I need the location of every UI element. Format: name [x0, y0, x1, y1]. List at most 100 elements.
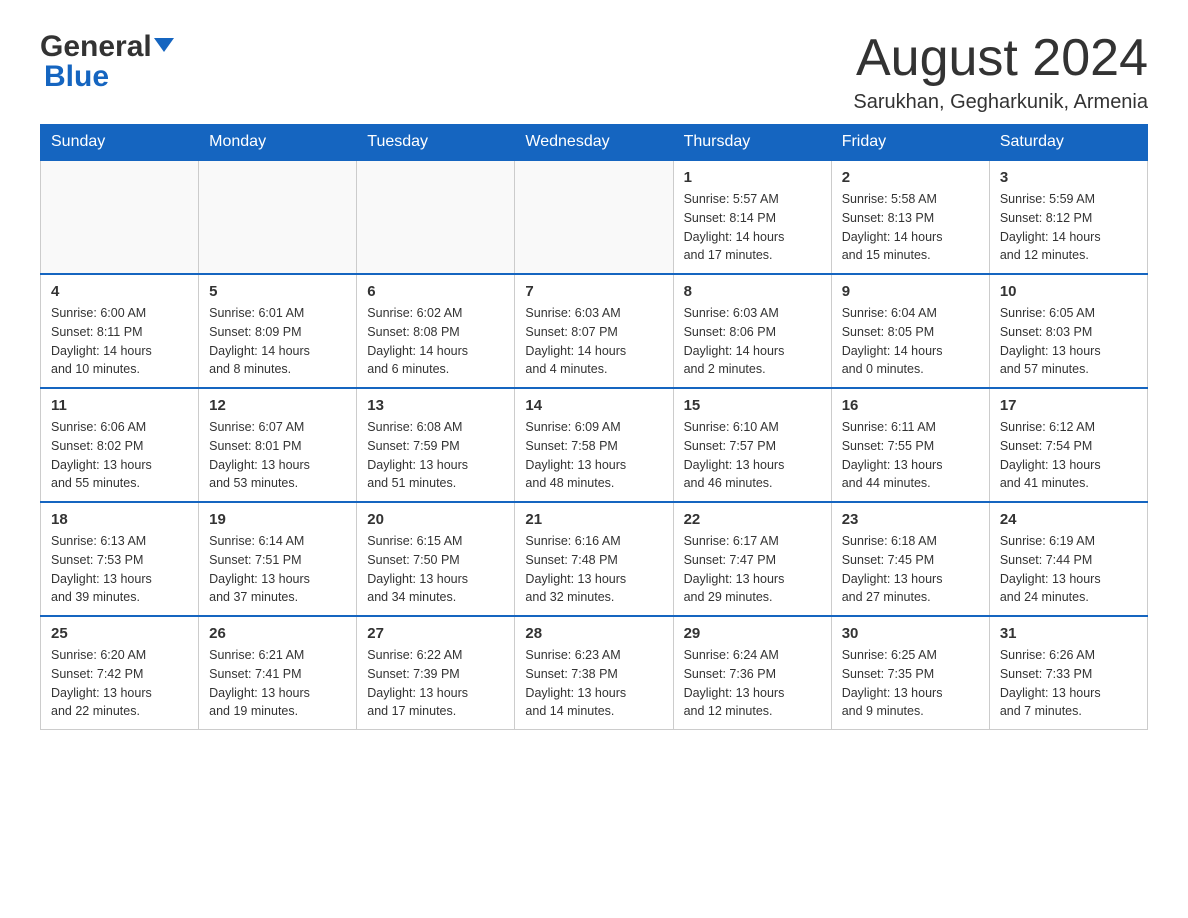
calendar-table: SundayMondayTuesdayWednesdayThursdayFrid…: [40, 124, 1148, 730]
day-info: Sunrise: 6:10 AM Sunset: 7:57 PM Dayligh…: [684, 418, 821, 493]
calendar-day-cell: 17 Sunrise: 6:12 AM Sunset: 7:54 PM Dayli…: [989, 388, 1147, 502]
day-number: 17: [1000, 397, 1137, 414]
day-info: Sunrise: 6:24 AM Sunset: 7:36 PM Dayligh…: [684, 646, 821, 721]
day-info: Sunrise: 6:18 AM Sunset: 7:45 PM Dayligh…: [842, 532, 979, 607]
day-number: 1: [684, 169, 821, 186]
calendar-week-row: 11 Sunrise: 6:06 AM Sunset: 8:02 PM Dayli…: [41, 388, 1148, 502]
day-number: 16: [842, 397, 979, 414]
calendar-day-cell: 23 Sunrise: 6:18 AM Sunset: 7:45 PM Dayli…: [831, 502, 989, 616]
calendar-day-cell: [41, 160, 199, 274]
location: Sarukhan, Gegharkunik, Armenia: [853, 91, 1148, 114]
logo-general-text: General: [40, 30, 152, 64]
day-number: 18: [51, 511, 188, 528]
day-number: 4: [51, 283, 188, 300]
day-of-week-header: Tuesday: [357, 125, 515, 161]
logo-triangle-icon: [154, 38, 174, 52]
day-number: 22: [684, 511, 821, 528]
day-number: 11: [51, 397, 188, 414]
day-number: 21: [525, 511, 662, 528]
day-info: Sunrise: 6:13 AM Sunset: 7:53 PM Dayligh…: [51, 532, 188, 607]
title-section: August 2024 Sarukhan, Gegharkunik, Armen…: [853, 30, 1148, 114]
calendar-day-cell: [357, 160, 515, 274]
day-info: Sunrise: 6:15 AM Sunset: 7:50 PM Dayligh…: [367, 532, 504, 607]
calendar-day-cell: 29 Sunrise: 6:24 AM Sunset: 7:36 PM Dayli…: [673, 616, 831, 730]
day-number: 10: [1000, 283, 1137, 300]
day-info: Sunrise: 6:23 AM Sunset: 7:38 PM Dayligh…: [525, 646, 662, 721]
calendar-day-cell: 2Sunrise: 5:58 AM Sunset: 8:13 PM Daylig…: [831, 160, 989, 274]
calendar-day-cell: [199, 160, 357, 274]
calendar-day-cell: 1 Sunrise: 5:57 AM Sunset: 8:14 PM Daylig…: [673, 160, 831, 274]
calendar-day-cell: 8 Sunrise: 6:03 AM Sunset: 8:06 PM Daylig…: [673, 274, 831, 388]
calendar-header-row: SundayMondayTuesdayWednesdayThursdayFrid…: [41, 125, 1148, 161]
day-number: 24: [1000, 511, 1137, 528]
day-info: Sunrise: 6:12 AM Sunset: 7:54 PM Dayligh…: [1000, 418, 1137, 493]
day-info: Sunrise: 6:20 AM Sunset: 7:42 PM Dayligh…: [51, 646, 188, 721]
day-number: 6: [367, 283, 504, 300]
calendar-day-cell: 16Sunrise: 6:11 AM Sunset: 7:55 PM Dayli…: [831, 388, 989, 502]
calendar-day-cell: 25 Sunrise: 6:20 AM Sunset: 7:42 PM Dayli…: [41, 616, 199, 730]
logo: General Blue: [40, 30, 174, 94]
day-info: Sunrise: 5:58 AM Sunset: 8:13 PM Dayligh…: [842, 190, 979, 265]
calendar-day-cell: 30Sunrise: 6:25 AM Sunset: 7:35 PM Dayli…: [831, 616, 989, 730]
calendar-day-cell: 9Sunrise: 6:04 AM Sunset: 8:05 PM Daylig…: [831, 274, 989, 388]
calendar-day-cell: 18 Sunrise: 6:13 AM Sunset: 7:53 PM Dayli…: [41, 502, 199, 616]
day-info: Sunrise: 5:59 AM Sunset: 8:12 PM Dayligh…: [1000, 190, 1137, 265]
day-info: Sunrise: 6:16 AM Sunset: 7:48 PM Dayligh…: [525, 532, 662, 607]
calendar-week-row: 4 Sunrise: 6:00 AM Sunset: 8:11 PM Daylig…: [41, 274, 1148, 388]
day-info: Sunrise: 6:21 AM Sunset: 7:41 PM Dayligh…: [209, 646, 346, 721]
day-of-week-header: Monday: [199, 125, 357, 161]
calendar-week-row: 18 Sunrise: 6:13 AM Sunset: 7:53 PM Dayli…: [41, 502, 1148, 616]
day-of-week-header: Friday: [831, 125, 989, 161]
day-number: 26: [209, 625, 346, 642]
calendar-week-row: 25 Sunrise: 6:20 AM Sunset: 7:42 PM Dayli…: [41, 616, 1148, 730]
day-number: 5: [209, 283, 346, 300]
day-info: Sunrise: 6:09 AM Sunset: 7:58 PM Dayligh…: [525, 418, 662, 493]
calendar-day-cell: 21 Sunrise: 6:16 AM Sunset: 7:48 PM Dayli…: [515, 502, 673, 616]
day-info: Sunrise: 6:14 AM Sunset: 7:51 PM Dayligh…: [209, 532, 346, 607]
day-number: 3: [1000, 169, 1137, 186]
day-number: 23: [842, 511, 979, 528]
calendar-day-cell: 27Sunrise: 6:22 AM Sunset: 7:39 PM Dayli…: [357, 616, 515, 730]
day-number: 8: [684, 283, 821, 300]
day-info: Sunrise: 6:01 AM Sunset: 8:09 PM Dayligh…: [209, 304, 346, 379]
day-info: Sunrise: 6:17 AM Sunset: 7:47 PM Dayligh…: [684, 532, 821, 607]
calendar-day-cell: 13 Sunrise: 6:08 AM Sunset: 7:59 PM Dayli…: [357, 388, 515, 502]
day-info: Sunrise: 6:26 AM Sunset: 7:33 PM Dayligh…: [1000, 646, 1137, 721]
day-info: Sunrise: 6:03 AM Sunset: 8:07 PM Dayligh…: [525, 304, 662, 379]
day-number: 25: [51, 625, 188, 642]
calendar-day-cell: 26 Sunrise: 6:21 AM Sunset: 7:41 PM Dayli…: [199, 616, 357, 730]
calendar-day-cell: 22 Sunrise: 6:17 AM Sunset: 7:47 PM Dayli…: [673, 502, 831, 616]
calendar-day-cell: 12Sunrise: 6:07 AM Sunset: 8:01 PM Dayli…: [199, 388, 357, 502]
page-header: General Blue August 2024 Sarukhan, Gegha…: [40, 30, 1148, 114]
day-number: 9: [842, 283, 979, 300]
day-info: Sunrise: 6:06 AM Sunset: 8:02 PM Dayligh…: [51, 418, 188, 493]
day-number: 20: [367, 511, 504, 528]
calendar-day-cell: 3 Sunrise: 5:59 AM Sunset: 8:12 PM Daylig…: [989, 160, 1147, 274]
day-info: Sunrise: 6:05 AM Sunset: 8:03 PM Dayligh…: [1000, 304, 1137, 379]
calendar-day-cell: 6 Sunrise: 6:02 AM Sunset: 8:08 PM Daylig…: [357, 274, 515, 388]
day-number: 13: [367, 397, 504, 414]
day-of-week-header: Wednesday: [515, 125, 673, 161]
calendar-day-cell: [515, 160, 673, 274]
day-of-week-header: Saturday: [989, 125, 1147, 161]
day-number: 27: [367, 625, 504, 642]
calendar-day-cell: 20 Sunrise: 6:15 AM Sunset: 7:50 PM Dayli…: [357, 502, 515, 616]
day-info: Sunrise: 6:07 AM Sunset: 8:01 PM Dayligh…: [209, 418, 346, 493]
day-of-week-header: Sunday: [41, 125, 199, 161]
day-info: Sunrise: 5:57 AM Sunset: 8:14 PM Dayligh…: [684, 190, 821, 265]
day-info: Sunrise: 6:02 AM Sunset: 8:08 PM Dayligh…: [367, 304, 504, 379]
day-info: Sunrise: 6:00 AM Sunset: 8:11 PM Dayligh…: [51, 304, 188, 379]
logo-blue-text: Blue: [44, 60, 109, 94]
calendar-day-cell: 24Sunrise: 6:19 AM Sunset: 7:44 PM Dayli…: [989, 502, 1147, 616]
calendar-day-cell: 28 Sunrise: 6:23 AM Sunset: 7:38 PM Dayli…: [515, 616, 673, 730]
calendar-day-cell: 11 Sunrise: 6:06 AM Sunset: 8:02 PM Dayli…: [41, 388, 199, 502]
day-info: Sunrise: 6:08 AM Sunset: 7:59 PM Dayligh…: [367, 418, 504, 493]
day-number: 28: [525, 625, 662, 642]
calendar-day-cell: 14Sunrise: 6:09 AM Sunset: 7:58 PM Dayli…: [515, 388, 673, 502]
day-number: 31: [1000, 625, 1137, 642]
calendar-day-cell: 19Sunrise: 6:14 AM Sunset: 7:51 PM Dayli…: [199, 502, 357, 616]
day-number: 29: [684, 625, 821, 642]
day-number: 7: [525, 283, 662, 300]
day-number: 15: [684, 397, 821, 414]
day-info: Sunrise: 6:03 AM Sunset: 8:06 PM Dayligh…: [684, 304, 821, 379]
